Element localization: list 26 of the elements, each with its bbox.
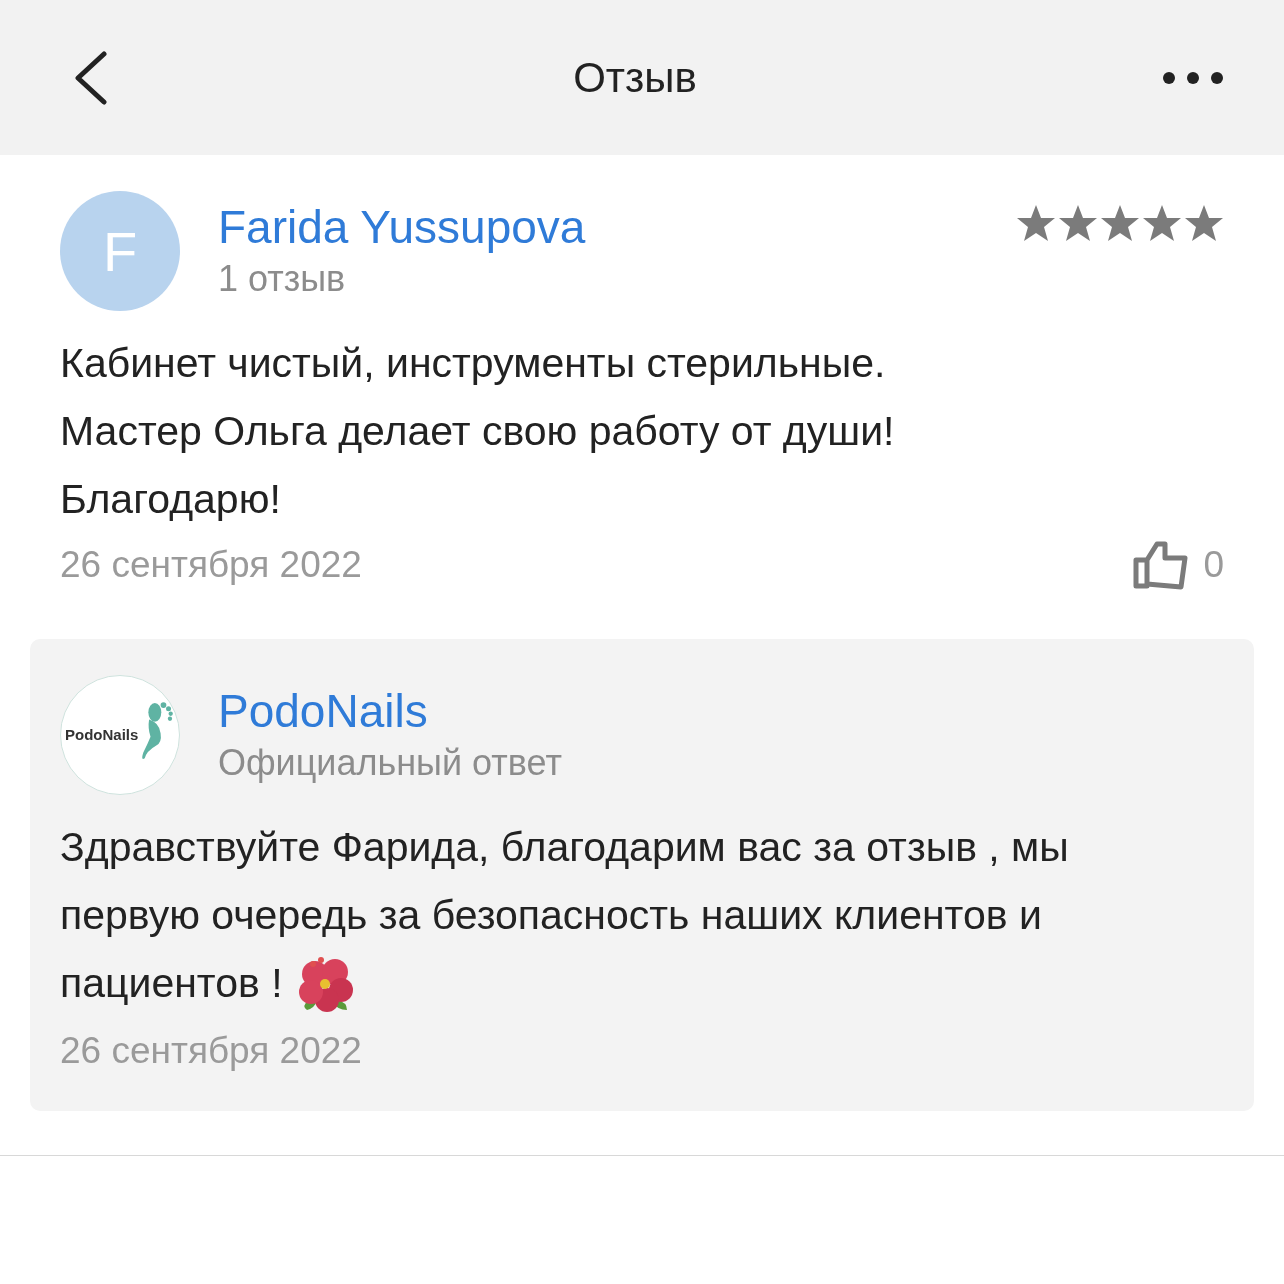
company-name[interactable]: PodoNails (218, 683, 1224, 739)
review-text: Кабинет чистый, инструменты стерильные. (60, 339, 887, 388)
review-text: Благодарю! (60, 475, 282, 524)
more-icon[interactable] (1162, 70, 1224, 85)
user-avatar: F (60, 191, 180, 311)
flower-icon (296, 954, 355, 1012)
thumbs-up-icon[interactable] (1133, 540, 1190, 590)
star-icon (1184, 203, 1224, 243)
footprint-icon (139, 700, 175, 762)
page-title: Отзыв (573, 53, 697, 102)
like-count: 0 (1203, 544, 1224, 586)
reply-text: Здравствуйте Фарида, благодарим вас за отзыв , мы (60, 823, 1070, 872)
logo-text: PodoNails (65, 726, 139, 743)
review-date: 26 сентября 2022 (60, 543, 362, 587)
review-count: 1 отзыв (218, 257, 347, 301)
star-icon (1058, 203, 1098, 243)
back-icon[interactable] (72, 50, 108, 105)
review-text: Мастер Ольга делает свою работу от души! (60, 407, 896, 456)
reply-date: 26 сентября 2022 (60, 1029, 363, 1073)
reply-text: пациентов ! (60, 959, 283, 1008)
star-icon (1142, 203, 1182, 243)
author-name[interactable]: Farida Yussupova (218, 199, 978, 255)
star-icon (1016, 203, 1056, 243)
reply-text: первую очередь за безопасность наших клиентов и (60, 891, 1043, 940)
star-icon (1100, 203, 1140, 243)
official-reply-label: Официальный ответ (218, 741, 563, 785)
